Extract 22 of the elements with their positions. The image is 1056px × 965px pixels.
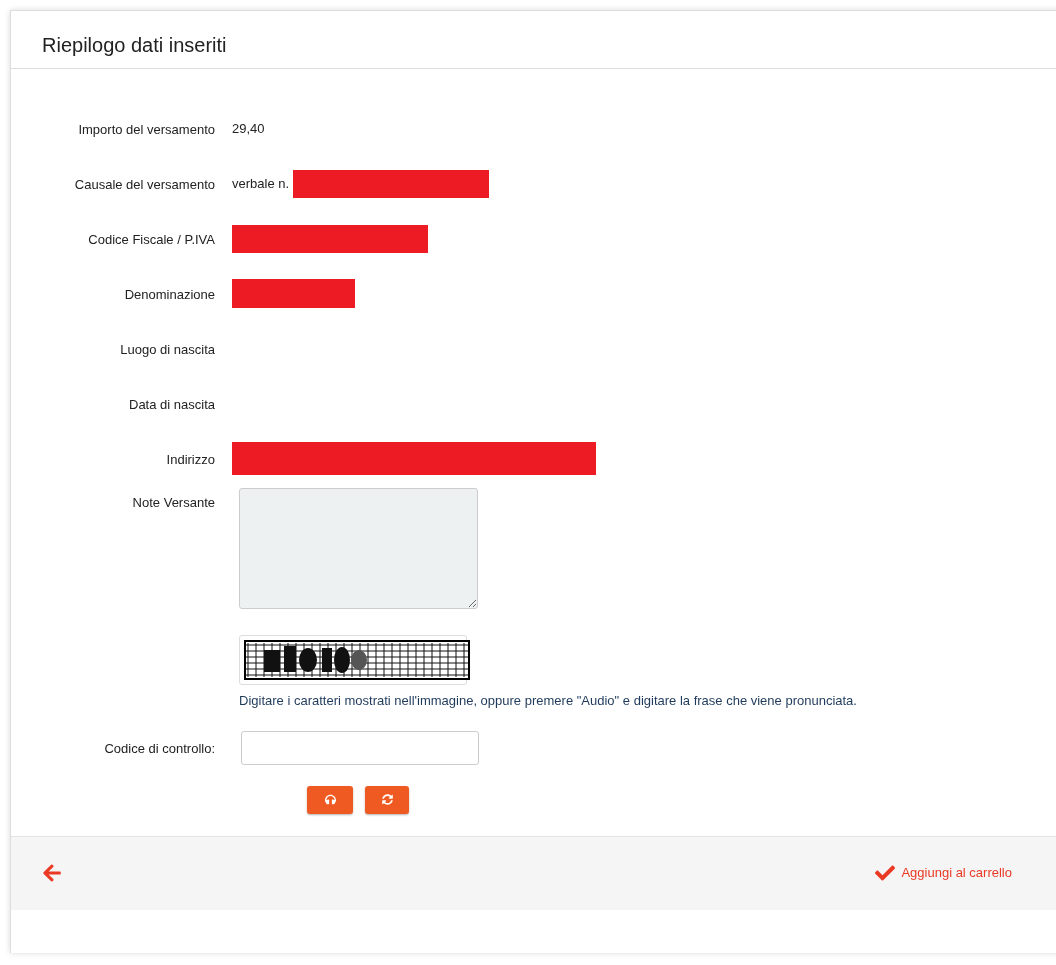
audio-button[interactable]: [307, 785, 353, 814]
field-label: Causale del versamento: [74, 176, 215, 192]
panel-title: Riepilogo dati inseriti: [42, 33, 227, 58]
refresh-button[interactable]: [365, 785, 409, 814]
field-label: Indirizzo: [166, 451, 215, 467]
field-label: Denominazione: [124, 286, 215, 302]
field-label: Note Versante: [132, 495, 215, 510]
field-label: Codice di controllo:: [104, 740, 215, 756]
control-code-input[interactable]: [241, 730, 479, 765]
back-button[interactable]: [42, 863, 62, 883]
field-value: 29,40: [232, 119, 265, 138]
captcha-hint: Digitare i caratteri mostrati nell'immagine, oppure premere "Audio" e digitare la frase che viene pronunciata.: [239, 692, 858, 710]
field-label: Codice Fiscale / P.IVA: [88, 231, 215, 247]
headphones-icon: [324, 794, 336, 805]
field-label: Data di nascita: [129, 396, 215, 412]
back-arrow-icon: [42, 863, 62, 883]
add-to-cart-link[interactable]: Aggiungi al carrello: [875, 863, 1012, 883]
field-value: verbale n.: [232, 174, 290, 193]
field-label: Importo del versamento: [78, 121, 215, 137]
check-icon: [875, 863, 896, 883]
field-label: Luogo di nascita: [120, 341, 215, 357]
refresh-icon: [381, 794, 393, 805]
